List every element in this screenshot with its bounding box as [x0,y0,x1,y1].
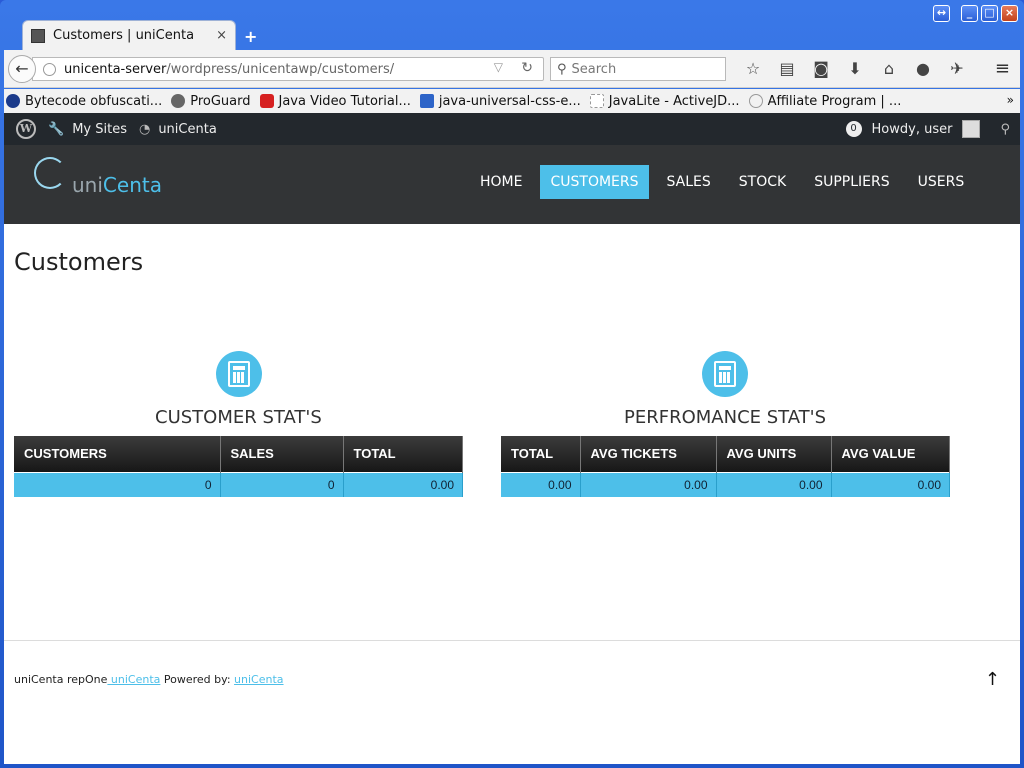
bookmark-item[interactable]: Affiliate Program | ... [748,94,901,109]
download-icon[interactable]: ⬇ [838,59,872,78]
customer-stats-table: CUSTOMERS SALES TOTAL 0 0 0.00 [14,436,463,497]
main-navigation: HOME CUSTOMERS SALES STOCK SUPPLIERS USE… [466,165,978,199]
table-cell: 0 [14,471,221,497]
table-header-row: TOTAL AVG TICKETS AVG UNITS AVG VALUE [501,436,950,472]
nav-users[interactable]: USERS [908,165,975,199]
extension-icon[interactable]: ✈ [940,59,974,78]
bookmark-item[interactable]: Bytecode obfuscati... [6,94,162,109]
wordpress-logo-icon[interactable]: W [16,119,36,139]
nav-suppliers[interactable]: SUPPLIERS [804,165,899,199]
tab-close-icon[interactable]: × [216,28,227,43]
address-bar[interactable]: unicenta-server/wordpress/unicentawp/cus… [32,57,544,81]
reload-icon[interactable]: ↻ [521,60,533,76]
site-identity-icon[interactable] [43,62,56,76]
wp-admin-bar: W 🔧 My Sites ◔ uniCenta 0 Howdy, user ⚲ [4,113,1020,145]
table-cell: 0.00 [580,471,717,497]
browser-tab[interactable]: Customers | uniCenta × [22,20,236,50]
calculator-icon [714,361,736,387]
performance-stats-badge [702,351,748,397]
back-button[interactable]: ← [8,55,36,83]
page-content: Customers CUSTOMER STAT'S CUSTOMERS SALE… [4,224,1020,764]
table-header-row: CUSTOMERS SALES TOTAL [14,436,463,472]
reading-list-icon[interactable]: ▤ [770,59,804,78]
bookmark-item[interactable]: Java Video Tutorial... [259,94,411,109]
tab-strip: Customers | uniCenta × + [4,18,1020,50]
table-cell: 0.00 [501,471,581,497]
bookmark-favicon-icon [171,94,186,108]
howdy-user-link[interactable]: Howdy, user [872,122,953,137]
search-input[interactable]: ⚲ Search [550,57,726,81]
bookmark-favicon-icon [748,94,763,108]
bookmarks-bar: Bytecode obfuscati... ProGuard Java Vide… [4,89,1020,113]
search-placeholder: Search [571,61,617,77]
footer-powered-by: Powered by: [160,673,235,686]
table-cell: 0.00 [716,471,832,497]
footer-prefix: uniCenta repOne [14,673,108,686]
customer-stats-title: CUSTOMER STAT'S [155,407,322,428]
logo-ring-icon [34,157,66,189]
site-footer: uniCenta repOne uniCenta Powered by: uni… [4,640,1020,764]
column-header: AVG VALUE [831,436,950,472]
column-header: AVG UNITS [716,436,832,472]
nav-home[interactable]: HOME [470,165,532,199]
tab-title: Customers | uniCenta [53,28,195,43]
footer-text: uniCenta repOne uniCenta Powered by: uni… [14,673,284,686]
admin-search-icon[interactable]: ⚲ [1000,122,1010,137]
bookmarks-overflow-icon[interactable]: » [1007,93,1014,107]
column-header: AVG TICKETS [580,436,717,472]
new-tab-button[interactable]: + [244,27,257,46]
navigation-toolbar: unicenta-server/wordpress/unicentawp/cus… [4,50,1020,88]
url-host: unicenta-server [64,61,167,77]
search-icon: ⚲ [557,61,567,77]
performance-stats-table: TOTAL AVG TICKETS AVG UNITS AVG VALUE 0.… [501,436,950,497]
logo-text-centa: Centa [102,173,162,197]
chat-icon[interactable]: ● [906,59,940,78]
youtube-icon [259,94,274,108]
site-logo[interactable]: uni Centa [34,157,162,197]
footer-link-powered[interactable]: uniCenta [234,673,283,686]
column-header: SALES [220,436,344,472]
table-cell: 0.00 [343,471,463,497]
logo-text-uni: uni [72,173,103,197]
url-path: /wordpress/unicentawp/customers/ [166,61,395,77]
bookmark-item[interactable]: JavaLite - ActiveJD... [589,94,740,109]
browser-window: ↔ _ □ × Customers | uniCenta × + unicent… [0,0,1024,768]
pocket-icon[interactable]: ◙ [804,59,838,78]
tab-favicon-icon [31,28,45,43]
nav-sales[interactable]: SALES [657,165,721,199]
table-row: 0 0 0.00 [14,471,463,497]
page-title: Customers [14,248,144,276]
nav-customers[interactable]: CUSTOMERS [540,165,649,199]
site-header: uni Centa HOME CUSTOMERS SALES STOCK SUPP… [4,145,1020,224]
my-sites-link[interactable]: 🔧 My Sites [48,122,127,137]
comments-count-badge[interactable]: 0 [845,121,862,137]
menu-icon[interactable]: ≡ [995,58,1010,79]
calculator-icon [228,361,250,387]
wrench-icon: 🔧 [48,121,65,137]
performance-stats-title: PERFROMANCE STAT'S [624,407,827,428]
table-row: 0.00 0.00 0.00 0.00 [501,471,950,497]
avatar[interactable] [962,120,981,138]
url-dropdown-icon[interactable]: ▽ [494,60,503,74]
column-header: TOTAL [501,436,581,472]
nav-stock[interactable]: STOCK [729,165,796,199]
bookmark-star-icon[interactable]: ☆ [736,59,770,78]
bookmark-item[interactable]: ProGuard [171,94,251,109]
bookmark-favicon-icon [589,94,604,108]
home-icon[interactable]: ⌂ [872,59,906,78]
bookmark-favicon-icon [6,94,20,108]
column-header: TOTAL [343,436,463,472]
toolbar-icons: ☆ ▤ ◙ ⬇ ⌂ ● ✈ [736,59,974,78]
table-cell: 0 [220,471,344,497]
bookmark-item[interactable]: java-universal-css-e... [419,94,581,109]
footer-link-unicenta[interactable]: uniCenta [107,673,161,686]
site-name-link[interactable]: ◔ uniCenta [139,122,217,137]
dashboard-icon: ◔ [138,121,151,137]
table-cell: 0.00 [831,471,950,497]
customer-stats-badge [216,351,262,397]
column-header: CUSTOMERS [14,436,221,472]
back-to-top-icon[interactable]: ↑ [985,669,1000,690]
bookmark-favicon-icon [419,94,434,108]
